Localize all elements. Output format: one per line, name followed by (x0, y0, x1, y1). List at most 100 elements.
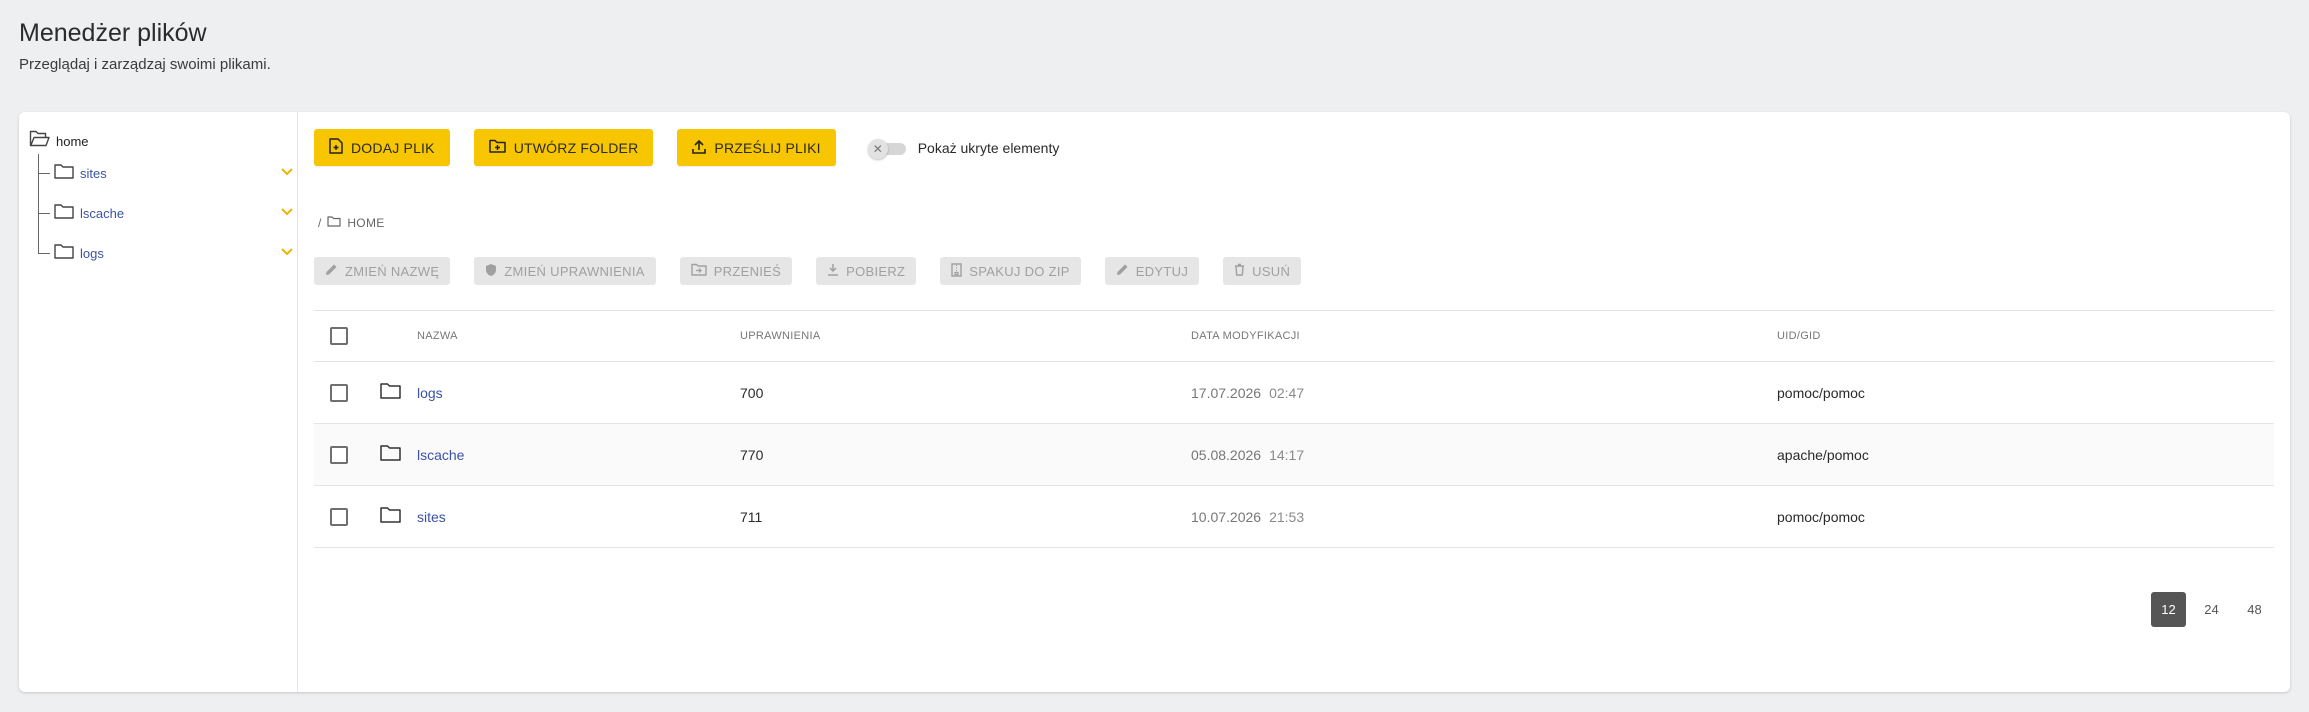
toolbar: DODAJ PLIK UTWÓRZ FOLDER PRZEŚLIJ PLIKI … (314, 129, 1059, 166)
file-date: 10.07.2026 (1191, 508, 1262, 525)
row-checkbox[interactable] (330, 507, 348, 526)
page-size-48[interactable]: 48 (2237, 592, 2272, 627)
breadcrumb-separator: / (318, 216, 322, 230)
folder-icon (327, 216, 341, 230)
folder-icon (54, 203, 74, 224)
show-hidden-label: Pokaż ukryte elementy (917, 139, 1060, 156)
file-owner: pomoc/pomoc (1777, 508, 1865, 525)
file-permissions: 770 (740, 446, 764, 463)
rename-button[interactable]: ZMIEŃ NAZWĘ (314, 257, 451, 285)
column-uid[interactable]: UID/GID (1777, 330, 1821, 342)
show-hidden-toggle[interactable]: ✕ (867, 138, 908, 159)
folder-icon (380, 506, 401, 528)
file-name-link[interactable]: lscache (417, 447, 464, 463)
row-checkbox[interactable] (330, 383, 348, 402)
shield-icon (485, 263, 497, 280)
file-permissions: 700 (740, 384, 764, 401)
breadcrumb: / HOME (318, 216, 385, 230)
create-folder-button[interactable]: UTWÓRZ FOLDER (473, 129, 654, 166)
file-date: 17.07.2026 (1191, 384, 1262, 401)
page-subtitle: Przeglądaj i zarządzaj swoimi plikami. (19, 56, 271, 73)
table-header: NAZWA UPRAWNIENIA DATA MODYFIKACJI UID/G… (314, 310, 2274, 362)
zip-button[interactable]: SPAKUJ DO ZIP (940, 257, 1081, 285)
file-modified: 17.07.2026 02:47 (1191, 385, 1304, 401)
file-name-link[interactable]: logs (417, 385, 443, 401)
chevron-down-icon[interactable] (280, 244, 294, 262)
close-icon: ✕ (867, 138, 888, 159)
tree-root-label: home (56, 133, 89, 149)
move-label: PRZENIEŚ (713, 263, 782, 279)
folder-icon (54, 243, 74, 264)
zip-icon (951, 262, 962, 280)
download-label: POBIERZ (846, 263, 906, 279)
file-list-panel: DODAJ PLIK UTWÓRZ FOLDER PRZEŚLIJ PLIKI … (314, 112, 2290, 692)
file-time: 02:47 (1269, 384, 1305, 401)
folder-open-icon (29, 130, 50, 152)
column-modified[interactable]: DATA MODYFIKACJI (1191, 330, 1300, 342)
folder-icon (380, 382, 401, 404)
chevron-down-icon[interactable] (280, 204, 294, 222)
download-button[interactable]: POBIERZ (816, 257, 917, 285)
create-folder-label: UTWÓRZ FOLDER (513, 139, 639, 156)
edit-button[interactable]: EDYTUJ (1104, 257, 1200, 285)
edit-label: EDYTUJ (1135, 263, 1189, 279)
tree-item-label: sites (80, 165, 107, 181)
file-manager-card: home sites lscache logs DODAJ PLIK UTWÓR… (19, 112, 2290, 692)
column-name[interactable]: NAZWA (417, 330, 458, 342)
chevron-down-icon[interactable] (280, 164, 294, 182)
page-size-selector: 12 24 48 (2151, 592, 2272, 627)
zip-label: SPAKUJ DO ZIP (969, 263, 1070, 279)
page-size-24[interactable]: 24 (2194, 592, 2229, 627)
delete-label: USUŃ (1252, 263, 1291, 279)
file-time: 21:53 (1269, 508, 1305, 525)
file-owner: apache/pomoc (1777, 446, 1869, 463)
row-checkbox[interactable] (330, 445, 348, 464)
rename-label: ZMIEŃ NAZWĘ (345, 263, 440, 279)
delete-button[interactable]: USUŃ (1223, 257, 1302, 285)
tree-item-sites[interactable]: sites (38, 162, 296, 184)
tree-branch-line (38, 212, 50, 214)
page-title: Menedżer plików (19, 19, 207, 47)
tree-root-home[interactable]: home (29, 130, 89, 152)
folder-tree: home sites lscache logs (19, 112, 298, 692)
table-row[interactable]: lscache 770 05.08.2026 14:17 apache/pomoc (314, 424, 2274, 486)
file-plus-icon (329, 138, 343, 157)
pencil-icon (1116, 263, 1129, 279)
table-row[interactable]: logs 700 17.07.2026 02:47 pomoc/pomoc (314, 362, 2274, 424)
pencil-icon (325, 263, 338, 279)
tree-branch-line (38, 172, 50, 174)
file-name-link[interactable]: sites (417, 509, 446, 525)
breadcrumb-home[interactable]: HOME (347, 216, 384, 230)
folder-icon (54, 163, 74, 184)
folder-icon (380, 444, 401, 466)
file-table: NAZWA UPRAWNIENIA DATA MODYFIKACJI UID/G… (314, 310, 2274, 548)
file-owner: pomoc/pomoc (1777, 384, 1865, 401)
column-permissions[interactable]: UPRAWNIENIA (740, 330, 821, 342)
tree-item-logs[interactable]: logs (38, 242, 296, 264)
file-modified: 05.08.2026 14:17 (1191, 447, 1304, 463)
upload-files-button[interactable]: PRZEŚLIJ PLIKI (677, 129, 836, 166)
tree-branch-line (38, 252, 50, 254)
select-all-checkbox[interactable] (330, 327, 348, 345)
change-permissions-label: ZMIEŃ UPRAWNIENIA (504, 263, 645, 279)
tree-item-lscache[interactable]: lscache (38, 202, 296, 224)
add-file-label: DODAJ PLIK (351, 139, 435, 156)
file-date: 05.08.2026 (1191, 446, 1262, 463)
move-button[interactable]: PRZENIEŚ (679, 257, 793, 285)
file-permissions: 711 (740, 508, 763, 525)
page-header: Menedżer plików Przeglądaj i zarządzaj s… (19, 18, 271, 73)
download-icon (827, 263, 839, 279)
change-permissions-button[interactable]: ZMIEŃ UPRAWNIENIA (474, 257, 656, 285)
upload-icon (692, 139, 707, 157)
tree-item-label: logs (80, 245, 104, 261)
page-size-12[interactable]: 12 (2151, 592, 2186, 627)
upload-files-label: PRZEŚLIJ PLIKI (714, 139, 821, 156)
file-modified: 10.07.2026 21:53 (1191, 509, 1304, 525)
show-hidden-toggle-group: ✕ Pokaż ukryte elementy (867, 138, 1060, 159)
folder-plus-icon (488, 139, 506, 156)
file-actions: ZMIEŃ NAZWĘ ZMIEŃ UPRAWNIENIA PRZENIEŚ P… (314, 257, 1325, 285)
folder-move-icon (691, 263, 707, 279)
table-row[interactable]: sites 711 10.07.2026 21:53 pomoc/pomoc (314, 486, 2274, 548)
trash-icon (1234, 263, 1245, 279)
add-file-button[interactable]: DODAJ PLIK (314, 129, 450, 166)
